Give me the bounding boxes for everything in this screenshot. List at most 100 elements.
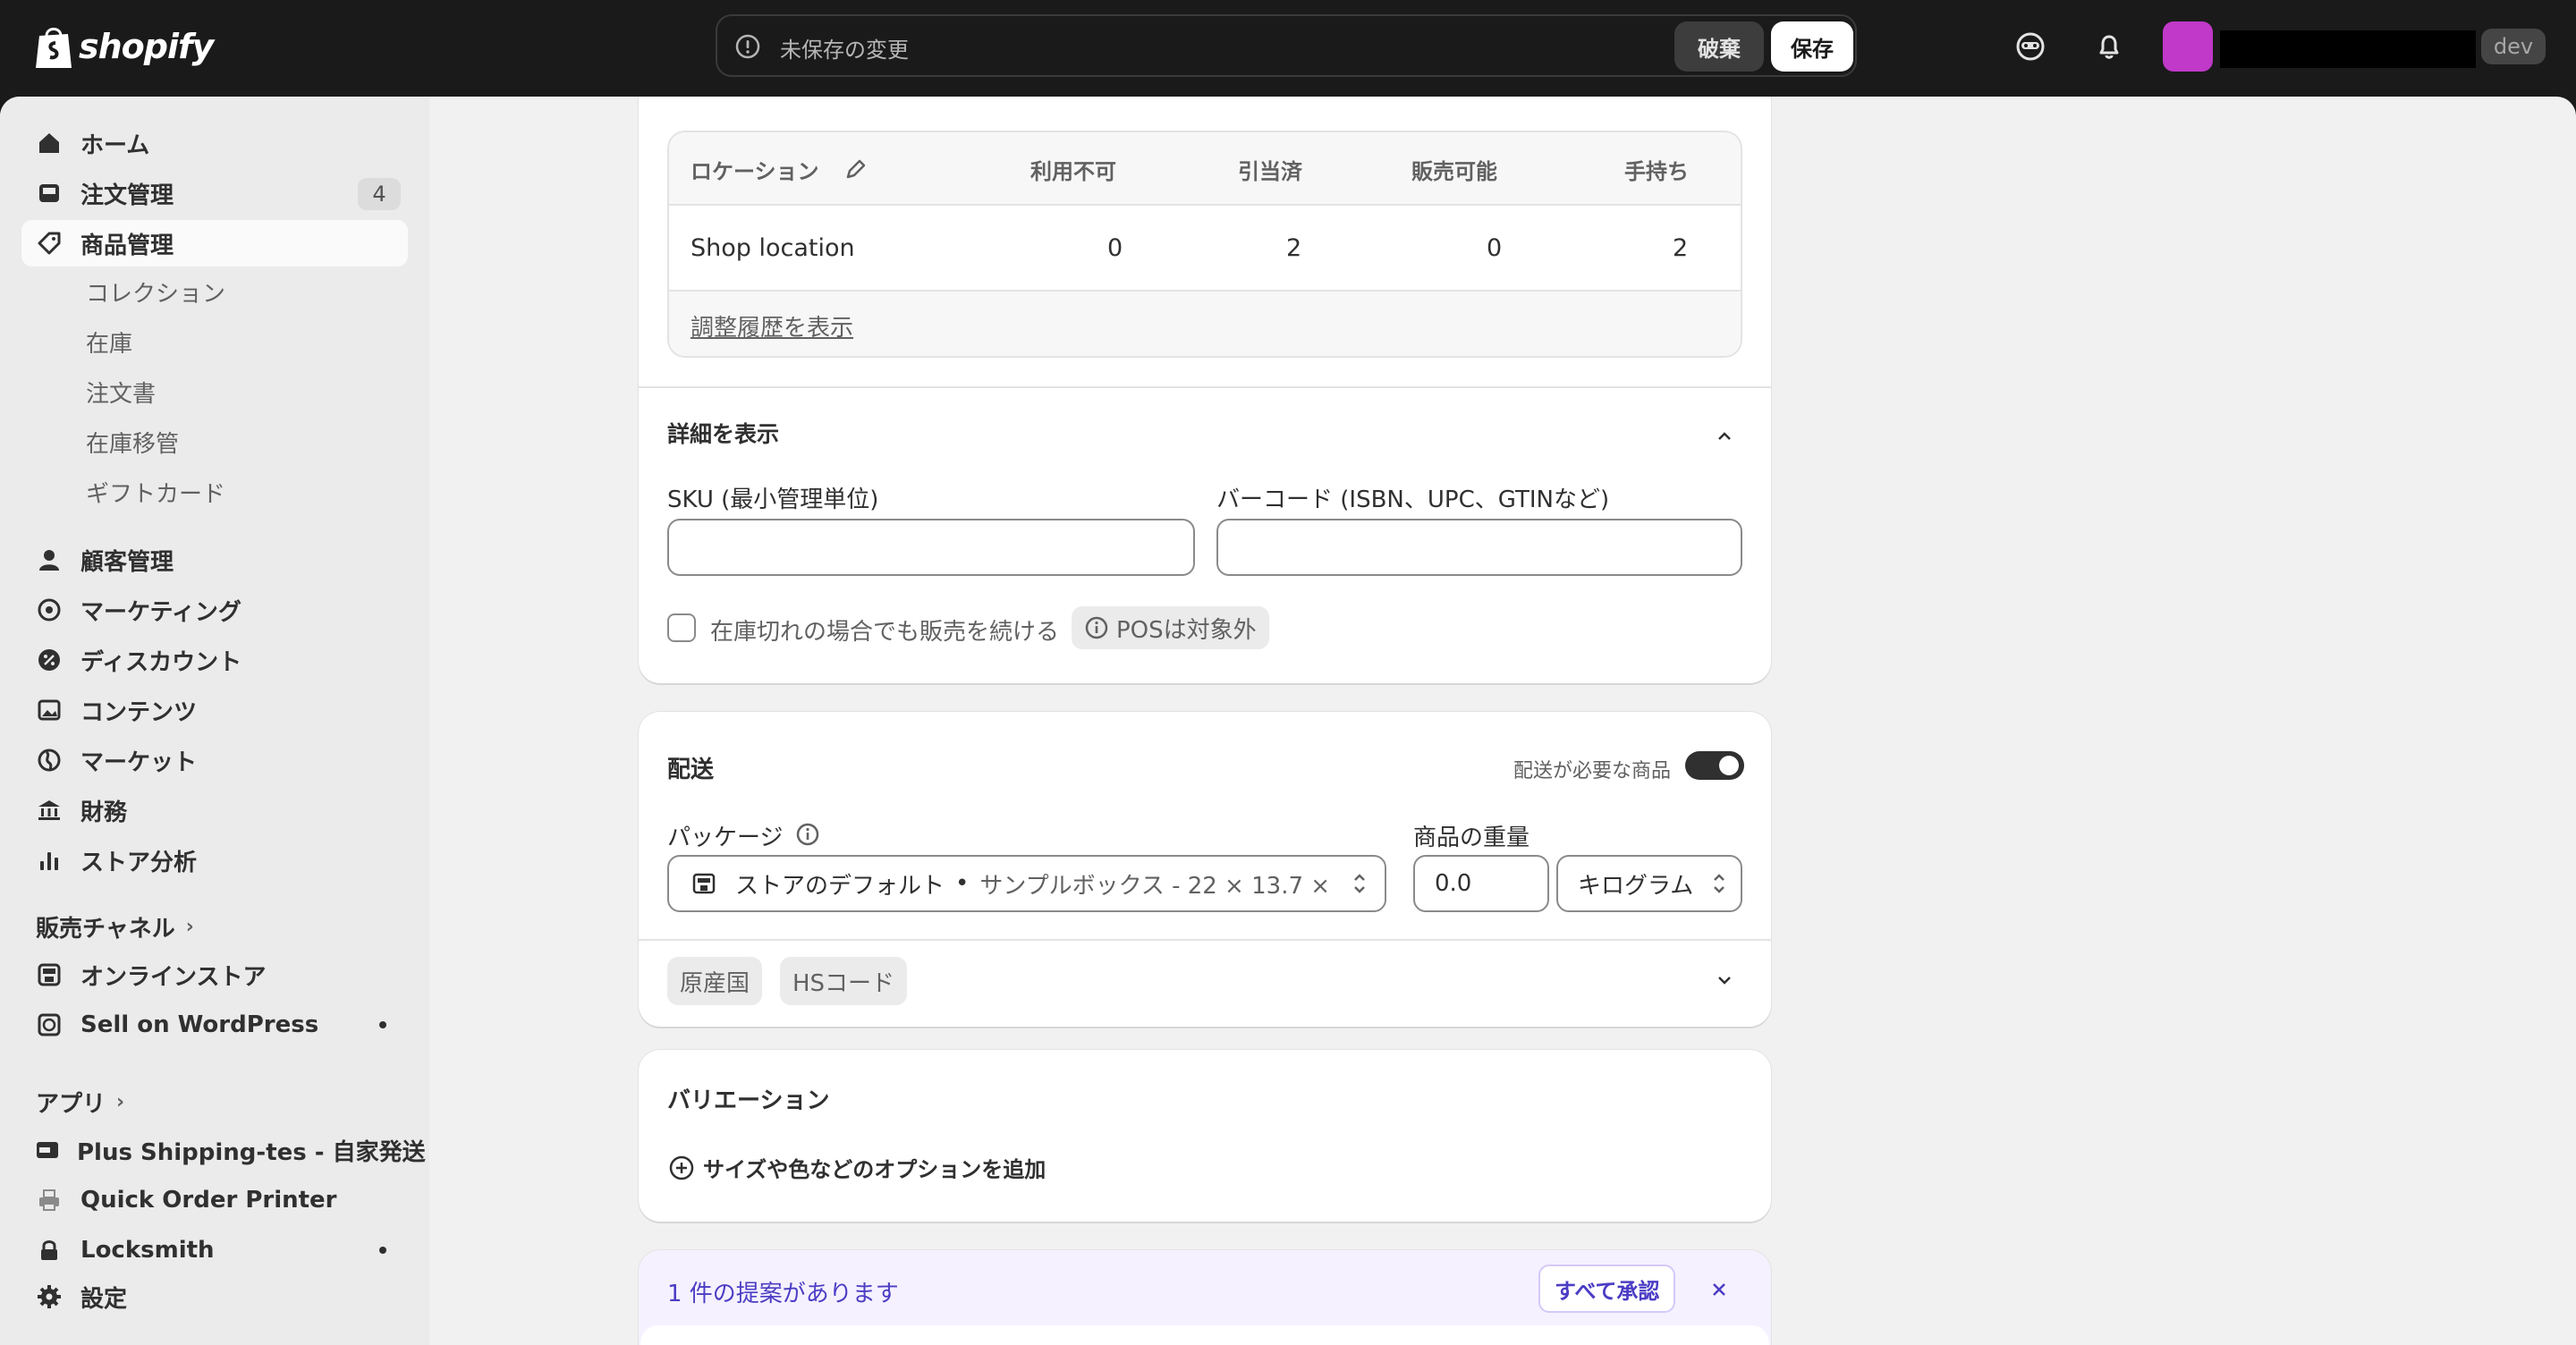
weight-unit-select[interactable]: キログラム [1556,855,1742,912]
select-arrows-icon [1351,869,1368,904]
on-hand-value[interactable]: 2 [1673,234,1688,262]
available-value[interactable]: 0 [1487,234,1502,262]
save-button[interactable]: 保存 [1771,21,1853,72]
apps-header[interactable]: アプリ › [36,1086,124,1119]
sidebar-item-content[interactable]: コンテンツ [21,687,408,733]
sidebar-item-discounts[interactable]: ディスカウント [21,637,408,683]
discard-button[interactable]: 破棄 [1674,21,1764,72]
info-icon[interactable] [794,821,821,848]
sidebar-item-label: 注文管理 [80,182,174,209]
sidebar-item-label: 設定 [80,1285,128,1313]
suggestion-content [640,1325,1769,1345]
sidebar-item-label: ホーム [80,131,150,159]
sidebar-subitem-collections[interactable]: コレクション [86,275,225,309]
committed-value: 2 [1286,234,1302,262]
sidebar-item-locksmith[interactable]: Locksmith [21,1227,408,1273]
sidebar-item-online-store[interactable]: オンラインストア [21,952,408,998]
unavailable-value[interactable]: 0 [1107,234,1123,262]
bar-chart-icon [34,845,64,876]
shopify-bag-icon [36,28,72,68]
store-avatar[interactable] [2163,21,2213,72]
continue-selling-label[interactable]: 在庫切れの場合でも販売を続ける [710,613,1059,647]
package-select[interactable]: ストアのデフォルト • サンプルボックス - 22 × 13.7 × [667,855,1386,912]
sidebar-item-settings[interactable]: 設定 [21,1273,408,1320]
sidebar-item-label: マーケット [80,749,198,776]
package-default: ストアのデフォルト [735,872,945,900]
details-toggle[interactable]: 詳細を表示 [667,417,779,449]
weight-input[interactable] [1413,855,1549,912]
weight-label: 商品の重量 [1413,825,1530,851]
sidebar-item-marketing[interactable]: マーケティング [21,587,408,633]
sidebar-subitem-purchase-orders[interactable]: 注文書 [86,376,156,409]
country-of-origin-chip[interactable]: 原産国 [667,957,763,1005]
inventory-table: ロケーション 利用不可 引当済 販売可能 手持ち Shop location 0… [667,131,1742,358]
sku-input[interactable] [667,519,1195,576]
chevron-up-icon[interactable] [1712,424,1737,449]
sidebar-subitem-gift-cards[interactable]: ギフトカード [86,476,225,509]
col-unavailable: 利用不可 [1030,159,1116,184]
store-name-redacted[interactable] [2220,30,2476,68]
accept-all-button[interactable]: すべて承認 [1538,1265,1676,1313]
barcode-input[interactable] [1216,519,1742,576]
chevron-down-icon[interactable] [1712,968,1737,993]
section-label: アプリ [36,1091,106,1118]
storefront-icon [34,960,64,990]
continue-selling-checkbox[interactable] [667,613,696,642]
requires-shipping-label: 配送が必要な商品 [1513,760,1672,782]
close-icon[interactable] [1707,1277,1732,1302]
sidebar-item-label: 商品管理 [80,232,174,259]
sidebar-subitem-transfers[interactable]: 在庫移管 [86,426,179,459]
sidebar-item-label: ディスカウント [80,648,242,676]
select-arrows-icon [1710,869,1728,904]
pencil-icon[interactable] [843,156,869,182]
target-icon [34,595,64,625]
sales-channels-header[interactable]: 販売チャネル › [36,910,194,943]
shipping-title: 配送 [667,757,715,783]
sku-label: SKU (最小管理単位) [667,486,879,513]
globe-icon [34,745,64,775]
orders-count-badge: 4 [358,178,401,210]
variations-card: バリエーション サイズや色などのオプションを追加 [639,1050,1771,1222]
plus-circle-icon [669,1155,694,1180]
hs-code-chip[interactable]: HSコード [780,957,908,1005]
sidebar-item-finance[interactable]: 財務 [21,787,408,833]
sidebar-item-products[interactable]: 商品管理 [21,220,408,266]
unsaved-message: 未保存の変更 [780,38,909,63]
sidebar-item-customers[interactable]: 顧客管理 [21,537,408,583]
divider [639,386,1771,388]
sidebar-item-plus-shipping[interactable]: Plus Shipping-tes - 自家発送 [21,1127,426,1173]
wordpress-app-icon [34,1010,64,1040]
sidebar-item-analytics[interactable]: ストア分析 [21,837,408,884]
location-name: Shop location [691,234,855,262]
person-icon [34,545,64,575]
chip-label: HSコード [792,969,895,997]
sidebar-item-home[interactable]: ホーム [21,120,408,166]
bell-icon[interactable] [2093,30,2125,63]
sidebar-item-quick-order-printer[interactable]: Quick Order Printer [21,1177,408,1223]
chevron-right-icon: › [116,1091,125,1113]
alert-circle-icon [735,34,760,59]
inventory-card: ロケーション 利用不可 引当済 販売可能 手持ち Shop location 0… [639,97,1771,683]
sidebar-subitem-inventory[interactable]: 在庫 [86,326,132,359]
lock-icon [34,1235,64,1265]
inbox-icon [34,178,64,208]
env-badge: dev [2481,29,2546,64]
sidebar-item-label: ストア分析 [80,849,198,876]
pos-excluded-text: POSは対象外 [1116,616,1257,644]
sidebar-item-label: Sell on WordPress [80,1011,319,1038]
sidebar-item-markets[interactable]: マーケット [21,737,408,783]
add-option-label: サイズや色などのオプションを追加 [703,1157,1046,1182]
store-icon [692,873,716,894]
shopify-logo[interactable]: shopify [34,23,214,70]
sidebar-item-label: Locksmith [80,1237,215,1264]
sidebar-item-orders[interactable]: 注文管理 4 [21,170,408,216]
inventory-table-header: ロケーション 利用不可 引当済 販売可能 手持ち [669,132,1741,206]
sidebar-item-label: 財務 [80,799,128,826]
unsaved-changes-bar: 未保存の変更 破棄 保存 [716,14,1857,77]
requires-shipping-toggle[interactable] [1685,751,1744,780]
sidekick-icon[interactable] [2014,30,2046,63]
sidebar-item-sell-on-wordpress[interactable]: Sell on WordPress [21,1002,408,1048]
adjustment-history-link[interactable]: 調整履歴を表示 [691,309,853,343]
pos-excluded-chip[interactable]: POSは対象外 [1072,606,1269,649]
add-option-button[interactable]: サイズや色などのオプションを追加 [667,1152,1046,1183]
